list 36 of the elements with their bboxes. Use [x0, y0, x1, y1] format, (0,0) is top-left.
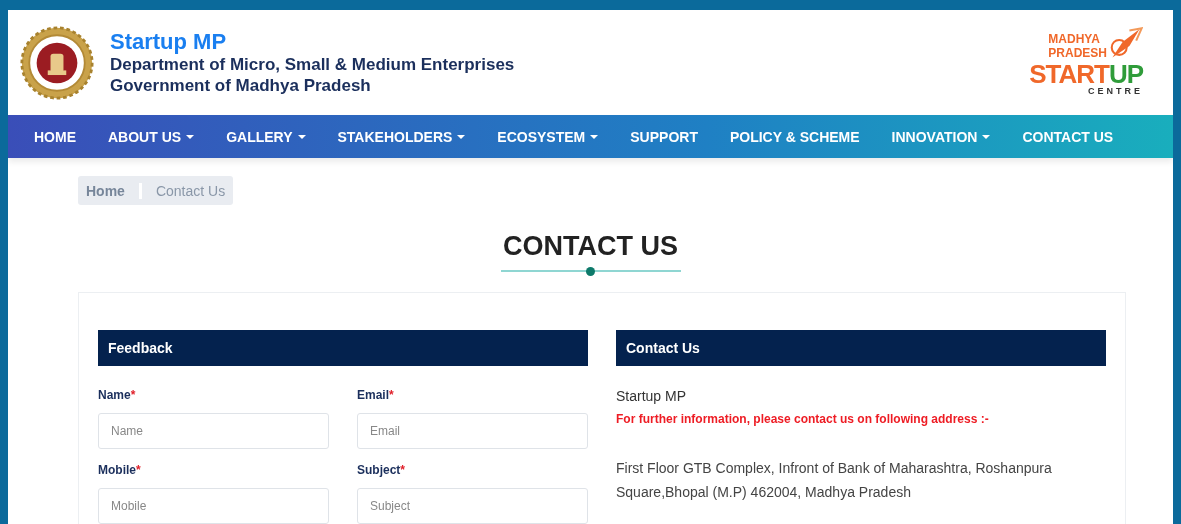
- department-name: Government of Madhya Pradesh: [110, 74, 372, 96]
- caret-icon: [297, 134, 306, 139]
- caret-icon: [186, 134, 195, 139]
- organization-name: Startup MP: [616, 388, 688, 404]
- caret-icon: [982, 134, 991, 139]
- nav-link[interactable]: GALLERY: [210, 128, 322, 145]
- field-label: Name*: [98, 388, 137, 402]
- emblem-icon: [20, 25, 94, 100]
- breadcrumb-link[interactable]: Contact Us: [141, 182, 234, 199]
- nav-link[interactable]: ABOUT US: [92, 128, 211, 145]
- field-label: Subject*: [357, 463, 406, 477]
- site-title[interactable]: Startup MP: [110, 29, 515, 54]
- nav-link[interactable]: ECOSYSTEM: [481, 128, 615, 145]
- page-title: CONTACT US: [503, 231, 678, 262]
- address-text: First Floor GTB Complex, Infront of Bank of Maharashtra, Roshanpura Square,Bhopal (M.P) 462004, Madhya Pradesh: [616, 459, 1053, 502]
- rocket-icon: [1109, 27, 1143, 61]
- nav-link[interactable]: STAKEHOLDERS: [321, 128, 482, 145]
- field-label: Mobile*: [98, 463, 142, 477]
- startup-centre-logo: MADHYA PRADESH STARTUP CENTRE: [1029, 27, 1143, 98]
- nav-link[interactable]: HOME: [18, 128, 92, 145]
- caret-icon: [590, 134, 599, 139]
- field-label: Email*: [357, 388, 395, 402]
- caret-icon: [457, 134, 466, 139]
- breadcrumb-link[interactable]: Home: [78, 182, 142, 199]
- input-field[interactable]: Subject: [357, 488, 588, 524]
- nav-link[interactable]: CONTACT US: [1006, 128, 1130, 145]
- input-field[interactable]: Email: [357, 413, 588, 449]
- department-name: Department of Micro, Small & Medium Enterprises: [110, 54, 515, 75]
- nav-link[interactable]: INNOVATION: [875, 128, 1007, 145]
- nav-link[interactable]: SUPPORT: [614, 128, 714, 145]
- section-heading: Feedback: [98, 330, 588, 366]
- input-field[interactable]: Mobile: [98, 488, 329, 524]
- section-heading: Contact Us: [616, 330, 1106, 366]
- nav-link[interactable]: POLICY & SCHEME: [713, 128, 876, 145]
- input-field[interactable]: Name: [98, 413, 329, 449]
- notice-text: For further information, please contact us on following address :-: [616, 412, 990, 426]
